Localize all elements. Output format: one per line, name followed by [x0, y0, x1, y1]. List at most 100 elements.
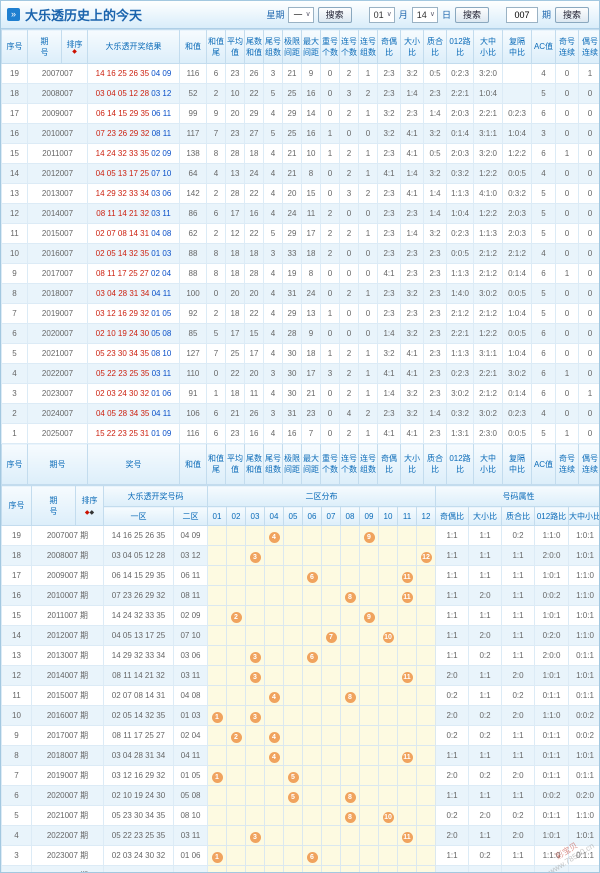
stat-cell: 7	[206, 343, 226, 364]
dist-cell	[283, 825, 303, 846]
front-numbers: 05 23 30 34 35	[95, 349, 150, 358]
stat-cell: 4	[263, 303, 283, 324]
dist-cell	[283, 645, 303, 666]
front-numbers: 07 23 26 29 32	[95, 129, 150, 138]
attr-cell: 1:1	[501, 625, 535, 646]
date-search-button[interactable]: 搜索	[454, 6, 489, 23]
stat-cell: 24	[244, 163, 264, 184]
stat-cell: 2	[358, 183, 378, 204]
stat-cell: 21	[282, 143, 302, 164]
stat-cell: 3:2	[377, 343, 401, 364]
stat-cell: 1:2:2	[502, 143, 532, 164]
dist-cell	[321, 525, 341, 546]
stat-cell: 4	[263, 323, 283, 344]
stat-cell: 9	[301, 63, 321, 84]
t1-body: 19 2007007 14 16 25 26 35 04 09 116 6 23 26 3 21…	[1, 63, 599, 444]
issue-cell: 2015007 期	[31, 685, 104, 706]
dist-cell	[264, 625, 284, 646]
attr-cell: 0:2	[435, 805, 469, 826]
issue-cell: 2014007	[27, 203, 88, 224]
stat-cell: 1:4:0	[446, 283, 474, 304]
attr-cell: 0:0:2	[534, 785, 569, 806]
dist-cell	[378, 665, 398, 686]
attr-cell: 1:0:1	[534, 665, 569, 686]
stat-cell: 0	[320, 63, 340, 84]
issue-cell: 2012007	[27, 163, 88, 184]
dist-cell	[302, 825, 322, 846]
front-numbers: 03 12 16 29 32	[95, 309, 150, 318]
stat-cell: 6	[531, 143, 556, 164]
week-search-button[interactable]: 搜索	[317, 6, 352, 23]
dist-cell	[207, 645, 227, 666]
dist-cell	[397, 605, 417, 626]
attr-cell: 0:1:1	[534, 765, 569, 786]
front-numbers: 02 10 19 24 30	[95, 329, 150, 338]
page: » 大乐透历史上的今天 星期 一∨ 搜索 01∨ 月 14∨ 日 搜索 期 搜索…	[0, 0, 600, 873]
zone1-cell: 14 24 32 33 35	[103, 605, 174, 626]
stat-cell: 4	[206, 163, 226, 184]
stat-cell: 2:0:3	[502, 223, 532, 244]
dist-cell	[226, 585, 246, 606]
day-select[interactable]: 14 ∨	[411, 6, 438, 23]
zone1-cell: 03 04 05 12 28	[103, 545, 174, 566]
stat-cell: 29	[282, 103, 302, 124]
stat-cell: 1	[358, 103, 378, 124]
dist-cell	[245, 525, 265, 546]
front-numbers: 08 11 14 21 32	[96, 209, 150, 218]
front-numbers: 05 22 23 25 35	[95, 369, 150, 378]
back-numbers: 04 08	[151, 229, 172, 238]
zone2-cell: 04 11	[173, 865, 208, 872]
month-select[interactable]: 01 ∨	[368, 6, 395, 23]
dist-cell	[340, 665, 360, 686]
dist-cell	[302, 625, 322, 646]
stat-cell: 5	[263, 123, 283, 144]
stat-cell: 3:0:2	[446, 383, 474, 404]
dist-cell	[340, 525, 360, 546]
week-select[interactable]: 一 ∨	[288, 6, 314, 23]
stat-cell: 4	[263, 383, 283, 404]
table-row: 11 2015007 期 02 07 08 14 31 04 08 4 8 0:2 1:1 0:…	[1, 685, 599, 706]
dist-cell	[283, 745, 303, 766]
dist-cell	[302, 525, 322, 546]
dist-cell: 2	[226, 605, 246, 626]
attr-cell: 0:1:1	[567, 765, 599, 786]
result-cell: 15 22 23 25 31 01 09	[87, 423, 180, 444]
back-numbers: 03 06	[151, 189, 172, 198]
sort-icon[interactable]: ◆	[63, 49, 87, 55]
stat-cell: 6	[206, 63, 226, 84]
result-cell: 05 22 23 25 35 03 11	[87, 363, 180, 384]
week-label: 星期	[266, 10, 285, 20]
seq-cell: 7	[1, 303, 28, 324]
attr-cell: 1:1	[501, 605, 535, 626]
stat-cell: 23	[225, 123, 245, 144]
stat-cell: 4:1	[400, 423, 424, 444]
dist-cell	[302, 605, 322, 626]
dist-cell	[416, 745, 436, 766]
column-header: 极限 间距	[282, 443, 302, 485]
stat-cell: 0	[555, 223, 579, 244]
column-header: 最大 间距	[301, 29, 321, 64]
seq-cell: 10	[1, 705, 32, 726]
result-cell: 07 23 26 29 32 08 11	[87, 123, 180, 144]
seq-cell: 5	[1, 343, 28, 364]
column-header: 最大 间距	[301, 443, 321, 485]
result-cell: 04 05 13 17 25 07 10	[87, 163, 180, 184]
bullet-arrow-icon: »	[7, 8, 20, 21]
dist-cell	[245, 605, 265, 626]
stat-cell: 7	[206, 123, 226, 144]
header-row: 序号期号排序 ◆◆ 大乐透开奖号码 二区分布 号码属性	[1, 485, 599, 526]
ball-number: 11	[401, 592, 413, 603]
sort-desc-icon[interactable]: ◆	[90, 510, 95, 516]
dist-cell	[397, 845, 417, 866]
repeat-header-row: 序号 期号 奖号 和值 和值尾平均值尾数 和值 尾号 组数 极限 间距 最大 间距 重号 个数 连号 个数 连号…	[1, 443, 599, 485]
stat-cell: 3:2	[400, 383, 424, 404]
stat-cell: 0	[320, 323, 340, 344]
attr-cell: 1:1	[435, 525, 469, 546]
issue-input[interactable]	[505, 6, 538, 23]
dist-cell	[340, 605, 360, 626]
issue-search-button[interactable]: 搜索	[554, 6, 589, 23]
table-row: 8 2018007 期 03 04 28 31 34 04 11 4 11 1:1 1:1 1:…	[1, 745, 599, 766]
ball-number: 11	[401, 672, 413, 683]
attr-cell: 1:1	[435, 545, 469, 566]
table-row: 6 2020007 02 10 19 24 30 05 08 85 5 17 15 4 28 9 0…	[1, 323, 599, 344]
